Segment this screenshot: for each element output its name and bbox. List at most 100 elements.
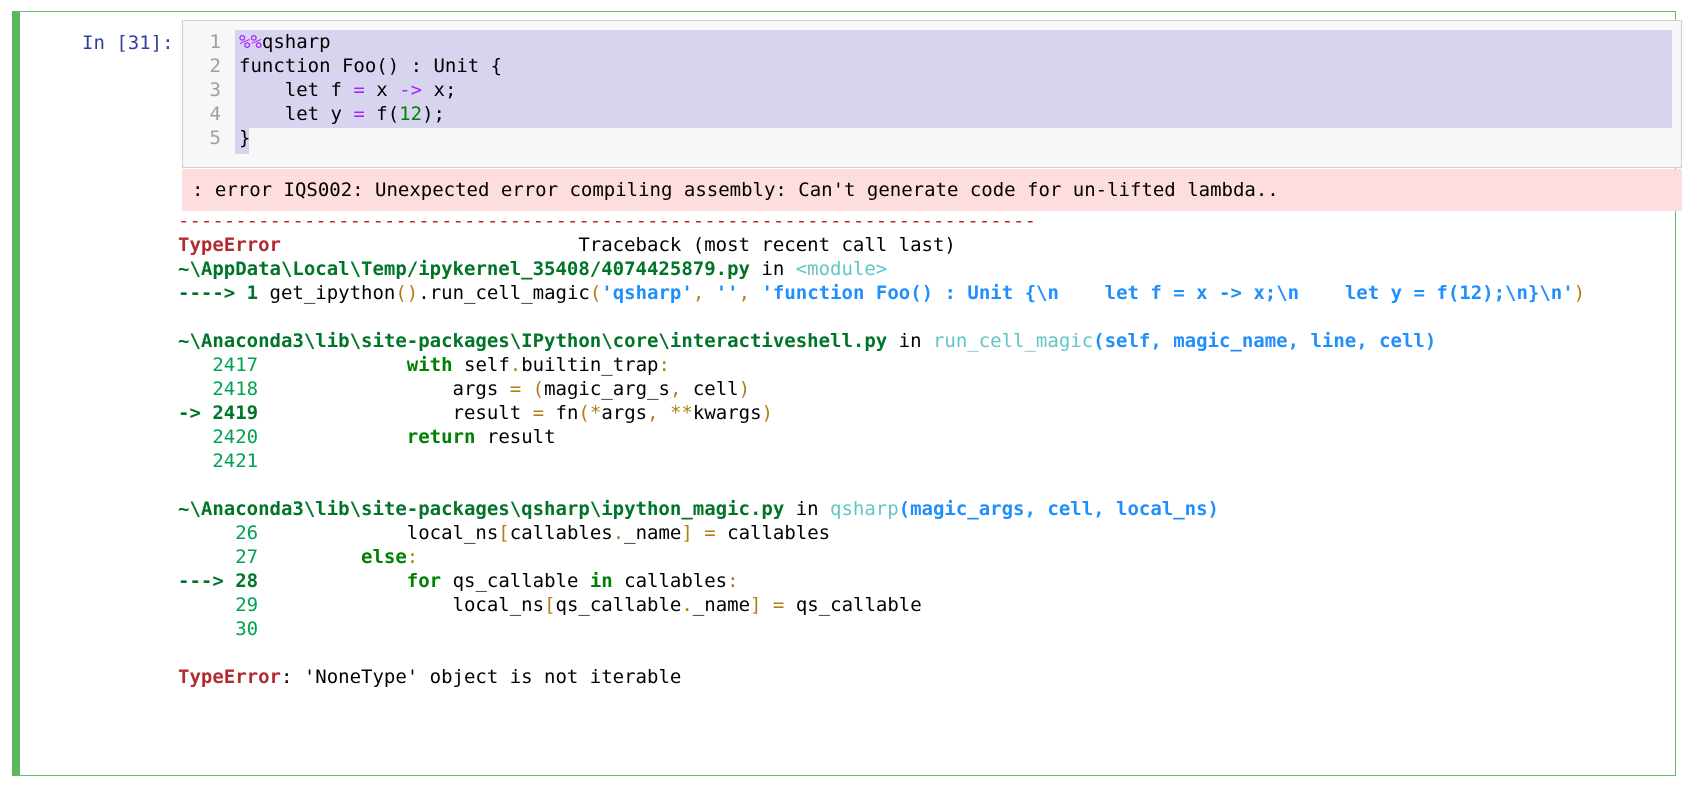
code-text: let f (239, 79, 354, 101)
traceback-code-line: 29 local_ns[qs_callable._name] = qs_call… (178, 594, 921, 616)
code-string: 'qsharp' (601, 282, 693, 304)
code-punct: : (658, 354, 670, 376)
code-punct: ] (681, 522, 693, 544)
error-message: : 'NoneType' object is not iterable (280, 666, 682, 688)
traceback-code-line: 26 local_ns[callables._name] = callables (178, 522, 830, 544)
code-number: 12 (399, 103, 423, 125)
traceback-code-line: 2418 args = (magic_arg_s, cell) (178, 378, 750, 400)
code-text: fn (544, 402, 579, 424)
code-text: args (601, 402, 648, 424)
line-number: 4 (209, 103, 221, 125)
current-line-arrow: -> 2419 (178, 402, 259, 424)
code-text: get_ipython (269, 282, 396, 304)
code-punct: . (509, 354, 522, 376)
frame-function: <module> (795, 258, 888, 280)
current-line-arrow: ---> 28 (178, 570, 259, 592)
frame-function: run_cell_magic (932, 330, 1094, 352)
traceback-code-line: 27 else: (178, 546, 418, 568)
code-keyword: else (361, 546, 407, 568)
frame-path: ~\Anaconda3\lib\site-packages\qsharp\ipy… (178, 498, 785, 520)
code-punct: : (406, 546, 419, 568)
code-punct: = (704, 522, 716, 544)
code-text: callables (612, 570, 728, 592)
code-line-3[interactable]: let f = x -> x; (239, 79, 457, 101)
code-punct: . (681, 594, 693, 616)
code-punct: . (612, 522, 625, 544)
code-punct: ) (1573, 282, 1586, 304)
traceback-frame-3-header: ~\Anaconda3\lib\site-packages\qsharp\ipy… (178, 498, 1219, 520)
code-punct: ( (521, 378, 545, 400)
code-operator: = (353, 103, 365, 125)
code-text: x (364, 79, 400, 101)
code-punct: ( (589, 282, 602, 304)
code-keyword: for (406, 570, 442, 592)
traceback-frame-1-header: ~\AppData\Local\Temp/ipykernel_35408/407… (178, 258, 887, 280)
code-line-5[interactable]: } (239, 127, 250, 149)
line-no: 2421 (178, 450, 259, 472)
frame-in: in (749, 258, 796, 280)
line-number: 1 (209, 31, 221, 53)
code-line-1[interactable]: %%qsharp (239, 31, 331, 53)
line-number-gutter: 1 2 3 4 5 (183, 21, 231, 167)
code-text: args (258, 378, 510, 400)
code-text: ); (422, 103, 445, 125)
code-punct: ] (750, 594, 762, 616)
traceback-frame-2-header: ~\Anaconda3\lib\site-packages\IPython\co… (178, 330, 1436, 352)
line-no: 2418 (178, 378, 259, 400)
code-text: magic_arg_s (544, 378, 670, 400)
notebook-cell[interactable]: In [31]: 1 2 3 4 5 %%qsharp function Foo… (12, 11, 1682, 776)
code-text: callables (509, 522, 613, 544)
line-number: 2 (209, 55, 221, 77)
frame-path: ~\Anaconda3\lib\site-packages\IPython\co… (178, 330, 888, 352)
stderr-text: : error IQS002: Unexpected error compili… (192, 179, 1279, 201)
traceback-frame-1-line: ----> 1 get_ipython().run_cell_magic('qs… (178, 282, 1585, 304)
code-operator: -> (399, 79, 423, 101)
frame-in: in (887, 330, 933, 352)
line-number: 3 (209, 79, 221, 101)
code-keyword: return (406, 426, 476, 448)
code-text: _name (624, 522, 682, 544)
code-punct: [ (498, 522, 510, 544)
code-line-2[interactable]: function Foo() : Unit { (239, 55, 502, 77)
code-text: x; (422, 79, 457, 101)
code-text: local_ns (258, 522, 499, 544)
code-punct: ) (738, 378, 751, 400)
code-punct: ) (761, 402, 773, 424)
code-editor[interactable]: 1 2 3 4 5 %%qsharp function Foo() : Unit… (182, 20, 1682, 168)
line-number: 5 (209, 127, 221, 149)
frame-path: ~\AppData\Local\Temp/ipykernel_35408/407… (178, 258, 750, 280)
traceback-code-line: 2420 return result (178, 426, 555, 448)
code-line-4[interactable]: let y = f(12); (239, 103, 445, 125)
code-text: let y (239, 103, 354, 125)
code-text: self (452, 354, 510, 376)
code-text: callables (715, 522, 831, 544)
code-text: builtin_trap (521, 354, 659, 376)
frame-in: in (784, 498, 831, 520)
traceback-code-line: 2421 (178, 450, 258, 472)
code-punct: * (589, 402, 602, 424)
line-no: 27 (178, 546, 259, 568)
frame-function: qsharp (830, 498, 899, 520)
frame-args: (magic_args, cell, local_ns) (898, 498, 1219, 520)
traceback-code-line-current: -> 2419 result = fn(*args, **kwargs) (178, 402, 773, 424)
code-punct: ** (669, 402, 693, 424)
code-punct: = (772, 594, 785, 616)
code-string: '' (715, 282, 739, 304)
line-no: 26 (178, 522, 259, 544)
error-type: TypeError (178, 234, 281, 256)
magic-prefix: %% (239, 31, 262, 53)
line-no: 29 (178, 594, 259, 616)
code-string: 'function Foo() : Unit {\n let f = x -> … (761, 282, 1574, 304)
code-text: _name (692, 594, 751, 616)
code-text: cell (681, 378, 739, 400)
traceback-separator: ----------------------------------------… (178, 210, 1036, 232)
stderr-output: : error IQS002: Unexpected error compili… (182, 169, 1682, 211)
code-punct: () (395, 282, 419, 304)
current-line-arrow: ----> 1 (178, 282, 270, 304)
